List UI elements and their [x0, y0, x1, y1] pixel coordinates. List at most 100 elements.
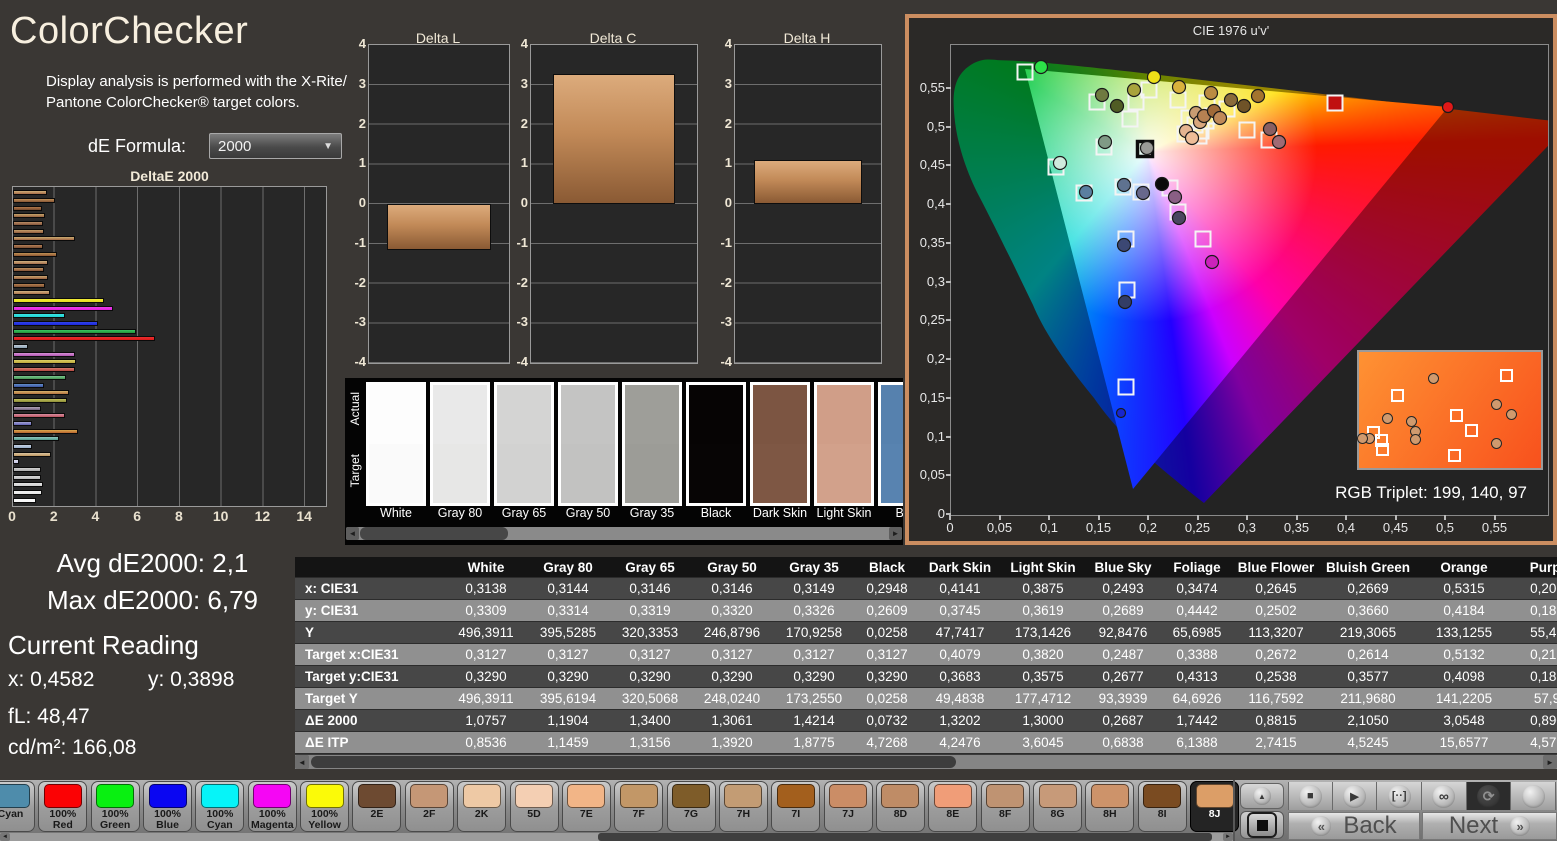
- delta-chart-delta-h: Delta H 4 3 2 1 0 -1 -2 -3 -4: [712, 0, 882, 385]
- patch-swatch: [96, 784, 135, 808]
- blank-button[interactable]: [1511, 782, 1557, 810]
- axis-tick: [1345, 515, 1347, 520]
- patch-button-100-green[interactable]: 100% Green: [90, 781, 140, 832]
- swatch-dark-skin[interactable]: [750, 382, 810, 506]
- patch-button-cyan[interactable]: Cyan: [0, 781, 35, 832]
- axis-tick-label: -3: [354, 314, 366, 330]
- deltae-bar: [13, 390, 70, 396]
- swatch-actual: [753, 385, 807, 444]
- table-cell: 0,3660: [1347, 603, 1389, 618]
- axis-tick: [1147, 515, 1149, 520]
- patch-button-2k[interactable]: 2K: [457, 781, 507, 832]
- swatch-light-skin[interactable]: [814, 382, 874, 506]
- back-button[interactable]: « Back: [1288, 812, 1420, 840]
- deltae-bar: [13, 336, 155, 342]
- patch-button-7h[interactable]: 7H: [718, 781, 768, 832]
- reading-y: y: 0,3898: [148, 668, 235, 691]
- swatch-actual: [689, 385, 743, 444]
- patch-button-7g[interactable]: 7G: [666, 781, 716, 832]
- axis-tick: [946, 241, 951, 244]
- cie-target-square: [1121, 110, 1139, 128]
- patch-scrollbar-thumb[interactable]: [598, 833, 1212, 841]
- patch-swatch: [724, 784, 763, 808]
- patch-button-2f[interactable]: 2F: [404, 781, 454, 832]
- axis-tick-label: -3: [720, 314, 732, 330]
- table-cell: 0,2493: [1102, 581, 1144, 596]
- patch-swatch: [357, 784, 396, 808]
- table-cell: 0,3314: [547, 603, 589, 618]
- patch-button-7e[interactable]: 7E: [561, 781, 611, 832]
- cie-measured-point: [1109, 98, 1125, 114]
- patch-button-100-cyan[interactable]: 100% Cyan: [195, 781, 245, 832]
- table-cell: 0,3127: [465, 647, 507, 662]
- loop-button[interactable]: ∞: [1422, 782, 1467, 810]
- table-scrollbar[interactable]: ◄ ►: [295, 755, 1557, 769]
- patch-label: 2E: [370, 808, 384, 820]
- deltae-bar: [13, 459, 20, 465]
- table-cell: 0,3127: [793, 647, 835, 662]
- table-scrollbar-thumb[interactable]: [311, 756, 956, 768]
- scroll-right-icon[interactable]: ►: [889, 527, 902, 540]
- de-formula-dropdown[interactable]: 2000 ▼: [209, 133, 342, 159]
- axis-tick-label: -4: [720, 354, 732, 369]
- patch-scrollbar[interactable]: ◄ ►: [0, 833, 1233, 841]
- deltae-bar: [13, 405, 42, 411]
- max-de2000: Max dE2000: 6,79: [46, 585, 259, 615]
- axis-tick: [998, 515, 1001, 520]
- patch-button-8j[interactable]: 8J: [1190, 781, 1240, 832]
- patch-button-100-blue[interactable]: 100% Blue: [143, 781, 193, 832]
- next-button[interactable]: Next »: [1422, 812, 1557, 840]
- patch-button-100-magenta[interactable]: 100% Magenta: [247, 781, 297, 832]
- scroll-right-icon[interactable]: ►: [1543, 755, 1557, 769]
- scroll-left-icon[interactable]: ◄: [295, 755, 309, 769]
- swatch-black[interactable]: [686, 382, 746, 506]
- patch-button-8e[interactable]: 8E: [928, 781, 978, 832]
- swatch-gray-50[interactable]: [558, 382, 618, 506]
- stop-pattern-button[interactable]: [1240, 811, 1284, 839]
- swatch-gray-65[interactable]: [494, 382, 554, 506]
- patch-button-2e[interactable]: 2E: [352, 781, 402, 832]
- axis-tick: [1295, 515, 1298, 520]
- play-button[interactable]: ▶: [1332, 782, 1378, 810]
- patch-button-8f[interactable]: 8F: [980, 781, 1030, 832]
- swatch-blue[interactable]: [878, 382, 903, 506]
- scroll-up-button[interactable]: ▲: [1240, 783, 1284, 809]
- patch-button-100-red[interactable]: 100% Red: [38, 781, 88, 832]
- patch-swatch: [672, 784, 711, 808]
- axis-tick: [946, 474, 951, 477]
- patch-button-100-yellow[interactable]: 100% Yellow: [300, 781, 350, 832]
- patch-button-8i[interactable]: 8I: [1137, 781, 1187, 832]
- swatch-scrollbar-thumb[interactable]: [360, 527, 508, 540]
- swatch-white[interactable]: [366, 382, 426, 506]
- axis-tick-label: 0,25: [1184, 520, 1211, 535]
- step-measure-button[interactable]: [··]: [1377, 782, 1423, 810]
- axis-tick-label: -2: [720, 274, 732, 290]
- scroll-left-icon[interactable]: ◄: [346, 527, 359, 540]
- scroll-left-icon[interactable]: ◄: [0, 833, 10, 841]
- swatch-scrollbar[interactable]: ◄ ►: [346, 527, 902, 540]
- patch-button-7i[interactable]: 7I: [771, 781, 821, 832]
- swatch-gray-35[interactable]: [622, 382, 682, 506]
- table-cell: 0,3146: [629, 581, 671, 596]
- table-cell: 0,6838: [1102, 735, 1144, 750]
- swatch-target: [817, 444, 871, 503]
- scroll-right-icon[interactable]: ►: [1223, 833, 1233, 841]
- deltae-bar: [13, 328, 137, 334]
- stop-button[interactable]: ■: [1288, 782, 1333, 810]
- swatch-gray-80[interactable]: [430, 382, 490, 506]
- axis-tick-label: 6: [133, 508, 142, 524]
- deltae-bar: [13, 359, 76, 365]
- patch-button-5d[interactable]: 5D: [509, 781, 559, 832]
- swatch-target: [881, 444, 903, 503]
- patch-button-8d[interactable]: 8D: [875, 781, 925, 832]
- deltae-bar: [13, 351, 75, 357]
- patch-swatch: [1038, 784, 1077, 808]
- patch-swatch: [0, 784, 30, 808]
- table-cell: 0,3127: [866, 647, 908, 662]
- row-label: y: CIE31: [305, 603, 359, 618]
- continuous-refresh-button[interactable]: ⟳: [1466, 782, 1512, 810]
- patch-button-7j[interactable]: 7J: [823, 781, 873, 832]
- patch-button-7f[interactable]: 7F: [614, 781, 664, 832]
- patch-button-8g[interactable]: 8G: [1033, 781, 1082, 832]
- patch-button-8h[interactable]: 8H: [1085, 781, 1135, 832]
